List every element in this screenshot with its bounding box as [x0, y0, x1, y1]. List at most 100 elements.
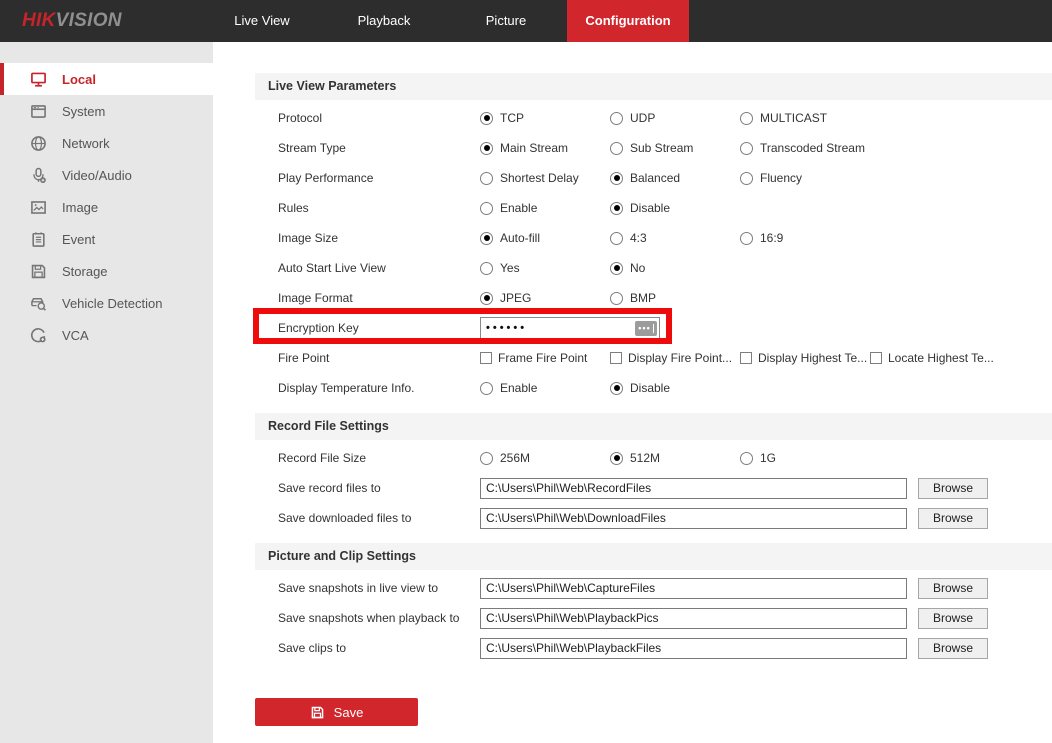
radio-option-tcp[interactable]: TCP	[480, 111, 610, 125]
radio-option-enable[interactable]: Enable	[480, 201, 610, 215]
radio-option-sub-stream[interactable]: Sub Stream	[610, 141, 740, 155]
radio-button[interactable]	[480, 232, 493, 245]
radio-button[interactable]	[610, 382, 623, 395]
radio-button[interactable]	[740, 232, 753, 245]
sidebar-item-video-audio[interactable]: Video/Audio	[0, 159, 213, 191]
ellipsis-icon: •••	[638, 324, 650, 333]
checkbox-option-frame-fire-point[interactable]: Frame Fire Point	[480, 351, 610, 365]
browse-button[interactable]: Browse	[918, 508, 988, 529]
setting-row-rules: RulesEnableDisable	[255, 193, 1052, 223]
setting-row-record-file-size: Record File Size256M512M1G	[255, 443, 1052, 473]
sidebar-item-system[interactable]: System	[0, 95, 213, 127]
radio-option-udp[interactable]: UDP	[610, 111, 740, 125]
radio-button[interactable]	[610, 142, 623, 155]
section-header: Live View Parameters	[255, 73, 1052, 100]
option-label: No	[630, 261, 645, 275]
row-label: Save downloaded files to	[278, 511, 480, 525]
radio-option-yes[interactable]: Yes	[480, 261, 610, 275]
sidebar-item-vca[interactable]: VCA	[0, 319, 213, 351]
radio-button[interactable]	[610, 452, 623, 465]
radio-option-disable[interactable]: Disable	[610, 381, 670, 395]
sidebar-item-event[interactable]: Event	[0, 223, 213, 255]
radio-button[interactable]	[480, 382, 493, 395]
radio-button[interactable]	[610, 172, 623, 185]
radio-button[interactable]	[480, 292, 493, 305]
radio-option-jpeg[interactable]: JPEG	[480, 291, 610, 305]
option-label: BMP	[630, 291, 656, 305]
storage-icon	[30, 263, 48, 280]
radio-option-bmp[interactable]: BMP	[610, 291, 656, 305]
radio-option-256m[interactable]: 256M	[480, 451, 610, 465]
setting-row-auto-start-live-view: Auto Start Live ViewYesNo	[255, 253, 1052, 283]
encryption-key-input[interactable]: •••••••••	[480, 317, 660, 339]
radio-option-transcoded-stream[interactable]: Transcoded Stream	[740, 141, 865, 155]
password-dots: ••••••	[481, 322, 527, 334]
radio-button[interactable]	[610, 292, 623, 305]
radio-button[interactable]	[740, 452, 753, 465]
radio-option-shortest-delay[interactable]: Shortest Delay	[480, 171, 610, 185]
tab-configuration[interactable]: Configuration	[567, 0, 689, 42]
radio-button[interactable]	[610, 202, 623, 215]
radio-option-16-9[interactable]: 16:9	[740, 231, 783, 245]
sidebar-item-image[interactable]: Image	[0, 191, 213, 223]
save-button[interactable]: Save	[255, 698, 418, 726]
option-label: Disable	[630, 381, 670, 395]
sidebar-item-label: Local	[62, 72, 96, 87]
radio-option-disable[interactable]: Disable	[610, 201, 670, 215]
browse-button[interactable]: Browse	[918, 638, 988, 659]
radio-button[interactable]	[480, 172, 493, 185]
browse-button[interactable]: Browse	[918, 578, 988, 599]
path-input-save-record-files-to[interactable]: C:\Users\Phil\Web\RecordFiles	[480, 478, 907, 499]
sidebar-item-local[interactable]: Local	[0, 63, 213, 95]
option-label: 16:9	[760, 231, 783, 245]
radio-option-enable[interactable]: Enable	[480, 381, 610, 395]
checkbox[interactable]	[480, 352, 492, 364]
checkbox-option-locate-highest-te[interactable]: Locate Highest Te...	[870, 351, 994, 365]
path-input-save-clips-to[interactable]: C:\Users\Phil\Web\PlaybackFiles	[480, 638, 907, 659]
setting-row-save-record-files-to: Save record files toC:\Users\Phil\Web\Re…	[255, 473, 1052, 503]
sidebar-item-vehicle-detection[interactable]: Vehicle Detection	[0, 287, 213, 319]
path-input-save-snapshots-in-live-view-to[interactable]: C:\Users\Phil\Web\CaptureFiles	[480, 578, 907, 599]
sidebar-item-network[interactable]: Network	[0, 127, 213, 159]
tab-live-view[interactable]: Live View	[201, 0, 323, 42]
radio-button[interactable]	[740, 112, 753, 125]
main-nav-tabs: Live ViewPlaybackPictureConfiguration	[201, 0, 689, 42]
radio-option-512m[interactable]: 512M	[610, 451, 740, 465]
radio-button[interactable]	[610, 112, 623, 125]
checkbox[interactable]	[610, 352, 622, 364]
row-label: Protocol	[278, 111, 480, 125]
radio-button[interactable]	[480, 262, 493, 275]
radio-button[interactable]	[610, 232, 623, 245]
radio-option-4-3[interactable]: 4:3	[610, 231, 740, 245]
radio-option-multicast[interactable]: MULTICAST	[740, 111, 827, 125]
radio-button[interactable]	[480, 142, 493, 155]
path-input-save-snapshots-when-playback-to[interactable]: C:\Users\Phil\Web\PlaybackPics	[480, 608, 907, 629]
sidebar-item-storage[interactable]: Storage	[0, 255, 213, 287]
tab-playback[interactable]: Playback	[323, 0, 445, 42]
radio-option-balanced[interactable]: Balanced	[610, 171, 740, 185]
checkbox-option-display-fire-point[interactable]: Display Fire Point...	[610, 351, 740, 365]
path-input-save-downloaded-files-to[interactable]: C:\Users\Phil\Web\DownloadFiles	[480, 508, 907, 529]
radio-button[interactable]	[480, 112, 493, 125]
option-label: 512M	[630, 451, 660, 465]
radio-option-1g[interactable]: 1G	[740, 451, 776, 465]
radio-button[interactable]	[480, 202, 493, 215]
soft-keyboard-icon[interactable]: •••	[635, 321, 657, 336]
tab-picture[interactable]: Picture	[445, 0, 567, 42]
browse-button[interactable]: Browse	[918, 608, 988, 629]
radio-option-fluency[interactable]: Fluency	[740, 171, 802, 185]
checkbox[interactable]	[870, 352, 882, 364]
radio-option-no[interactable]: No	[610, 261, 645, 275]
radio-button[interactable]	[740, 142, 753, 155]
radio-option-main-stream[interactable]: Main Stream	[480, 141, 610, 155]
radio-option-auto-fill[interactable]: Auto-fill	[480, 231, 610, 245]
setting-row-play-performance: Play PerformanceShortest DelayBalancedFl…	[255, 163, 1052, 193]
checkbox[interactable]	[740, 352, 752, 364]
radio-button[interactable]	[610, 262, 623, 275]
browse-button[interactable]: Browse	[918, 478, 988, 499]
option-label: 4:3	[630, 231, 647, 245]
radio-button[interactable]	[480, 452, 493, 465]
option-label: 256M	[500, 451, 530, 465]
radio-button[interactable]	[740, 172, 753, 185]
checkbox-option-display-highest-te[interactable]: Display Highest Te...	[740, 351, 870, 365]
